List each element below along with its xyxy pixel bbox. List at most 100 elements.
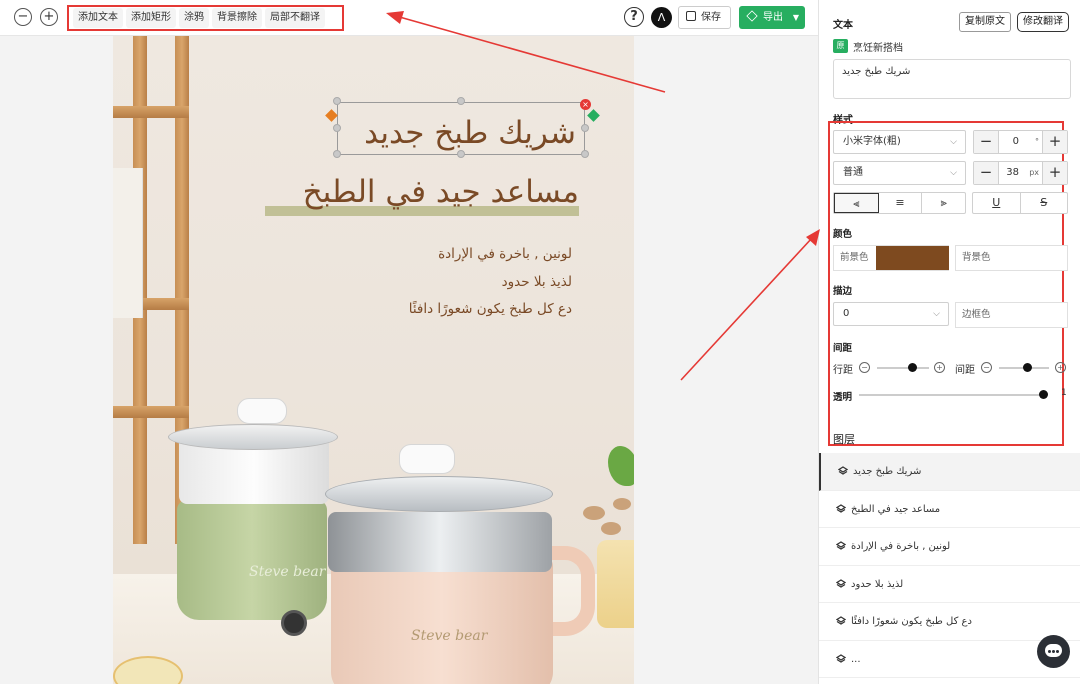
help-icon[interactable]: ? <box>624 7 644 27</box>
doodle-button[interactable]: 涂鸦 <box>179 8 209 28</box>
opacity-value: 1 <box>1061 388 1067 398</box>
opacity-knob[interactable] <box>1039 390 1048 399</box>
resize-handle[interactable] <box>333 150 341 158</box>
chat-support-icon[interactable] <box>1037 635 1070 668</box>
increment-button[interactable]: + <box>1042 162 1067 184</box>
layers-icon <box>836 616 846 625</box>
font-size-unit: px <box>1029 168 1039 177</box>
increment-button[interactable]: + <box>1042 131 1067 153</box>
delete-handle-icon[interactable]: × <box>580 99 591 110</box>
resize-handle[interactable] <box>581 150 589 158</box>
background-label: 背景色 <box>962 252 991 263</box>
plus-circle-icon[interactable]: + <box>1055 362 1066 373</box>
dot <box>1056 650 1059 653</box>
color-heading: 颜色 <box>833 229 853 240</box>
zoom-in-button[interactable]: + <box>40 8 58 26</box>
layers-icon <box>836 541 846 550</box>
decrement-button[interactable]: − <box>974 131 999 153</box>
copy-original-button[interactable]: 复制原文 <box>959 12 1011 32</box>
underline-icon[interactable]: U <box>973 193 1021 213</box>
pot-brand-text: Steve bear <box>411 628 488 644</box>
layer-label: مساعد جيد في الطبخ <box>851 503 941 515</box>
mushroom <box>613 498 631 510</box>
minus-circle-icon[interactable]: − <box>859 362 870 373</box>
minus-circle-icon[interactable]: − <box>981 362 992 373</box>
layer-item[interactable]: لذيذ بلا حدود <box>819 566 1080 603</box>
layer-label: لذيذ بلا حدود <box>851 578 904 590</box>
strikethrough-icon[interactable]: S <box>1021 193 1068 213</box>
resize-handle[interactable] <box>333 124 341 132</box>
shelf-board <box>113 406 189 418</box>
spacing-heading: 间距 <box>833 343 853 354</box>
brand-logo-icon[interactable]: ᐱ <box>651 7 672 28</box>
lid-knob <box>237 398 287 424</box>
erase-background-button[interactable]: 背景擦除 <box>212 8 262 28</box>
dot <box>1052 650 1055 653</box>
layer-item[interactable]: مساعد جيد في الطبخ <box>819 491 1080 528</box>
layer-item[interactable]: لونين , باخرة في الإرادة <box>819 528 1080 566</box>
layer-item[interactable]: شريك طبخ جديد <box>819 453 1080 491</box>
properties-panel: 文本 复制原文 修改翻译 原 烹饪新搭档 شريك طبخ جديد 样式 小米… <box>818 0 1080 684</box>
pot-brand-text: Steve bear <box>249 564 326 580</box>
decoration-group: U S <box>972 192 1068 214</box>
export-button[interactable]: 导出 ▼ <box>739 6 805 29</box>
canvas-title-2[interactable]: مساعد جيد في الطبخ <box>303 174 579 210</box>
opacity-track[interactable] <box>859 394 1045 396</box>
decrement-button[interactable]: − <box>974 162 999 184</box>
add-text-button[interactable]: 添加文本 <box>73 8 123 28</box>
canvas-subline-1[interactable]: لونين , باخرة في الإرادة <box>438 246 572 262</box>
layers-icon <box>836 578 846 588</box>
font-weight-select[interactable]: 普通 ⌵ <box>833 161 966 185</box>
add-rectangle-button[interactable]: 添加矩形 <box>126 8 176 28</box>
align-right-icon[interactable]: ⫸ <box>922 193 965 213</box>
alignment-group: ⫷ ≡ ⫸ <box>833 192 966 214</box>
translation-textarea[interactable]: شريك طبخ جديد <box>833 59 1071 99</box>
letter-spacing-label: 间距 <box>955 365 975 376</box>
selection-box[interactable] <box>337 102 585 155</box>
edit-translation-button[interactable]: 修改翻译 <box>1017 12 1069 32</box>
save-label: 保存 <box>701 12 721 23</box>
no-translate-region-button[interactable]: 局部不翻译 <box>265 8 325 28</box>
save-button[interactable]: 保存 <box>678 6 731 29</box>
cube-icon <box>746 10 758 22</box>
layers-icon <box>836 503 846 513</box>
tool-group-highlight: 添加文本 添加矩形 涂鸦 背景擦除 局部不翻译 <box>67 5 344 31</box>
zoom-out-button[interactable]: − <box>14 8 32 26</box>
resize-handle[interactable] <box>333 97 341 105</box>
align-left-icon[interactable]: ⫷ <box>834 193 879 213</box>
plus-circle-icon[interactable]: + <box>934 362 945 373</box>
line-spacing-track[interactable] <box>877 367 929 369</box>
glass-lid <box>168 424 338 450</box>
background-color-picker[interactable]: 背景色 <box>955 245 1068 271</box>
resize-handle[interactable] <box>457 150 465 158</box>
mushroom-bowl <box>597 540 634 628</box>
stroke-width-select[interactable]: 0 ⌵ <box>833 302 949 326</box>
canvas-subline-3[interactable]: دع كل طبخ يكون شعورًا دافئًا <box>409 301 572 317</box>
resize-handle[interactable] <box>581 124 589 132</box>
mushroom <box>583 506 605 520</box>
layer-label: لونين , باخرة في الإرادة <box>851 541 951 552</box>
chevron-down-icon: ⌵ <box>950 137 957 147</box>
design-canvas[interactable]: شريك طبخ جديد مساعد جيد في الطبخ لونين ,… <box>113 36 634 684</box>
resize-handle[interactable] <box>457 97 465 105</box>
layers-icon <box>836 653 846 663</box>
save-icon <box>686 11 696 21</box>
letter-spacing-knob[interactable] <box>1023 363 1032 372</box>
scale-handle-icon[interactable] <box>587 109 600 122</box>
rotate-handle-icon[interactable] <box>325 109 338 122</box>
line-spacing-knob[interactable] <box>908 363 917 372</box>
layer-item[interactable]: دع كل طبخ يكون شعورًا دافئًا <box>819 603 1080 641</box>
font-family-select[interactable]: 小米字体(粗) ⌵ <box>833 130 966 154</box>
original-badge: 原 <box>833 39 848 53</box>
rotation-stepper[interactable]: − 0 ° + <box>973 130 1068 154</box>
foreground-label: 前景色 <box>840 252 869 263</box>
foreground-color-picker[interactable]: 前景色 <box>833 245 949 271</box>
foreground-swatch[interactable] <box>876 246 949 270</box>
chevron-down-icon: ⌵ <box>950 168 957 178</box>
border-color-picker[interactable]: 边框色 <box>955 302 1068 328</box>
canvas-subline-2[interactable]: لذيذ بلا حدود <box>502 274 572 290</box>
align-center-icon[interactable]: ≡ <box>879 193 923 213</box>
font-weight-value: 普通 <box>843 167 863 178</box>
font-size-stepper[interactable]: − 38 px + <box>973 161 1068 185</box>
layer-label: ... <box>851 653 861 665</box>
